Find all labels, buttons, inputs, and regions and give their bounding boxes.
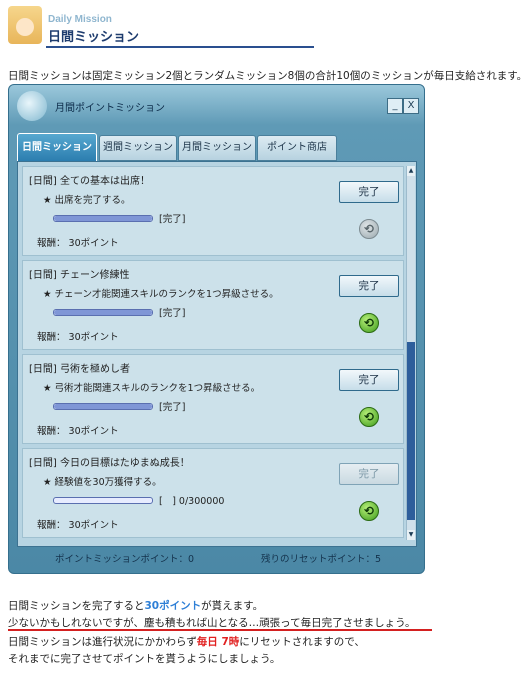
mission-list: [日間] 全ての基本は出席！ ★ 出席を完了する。 [完了] 報酬： 30ポイン…: [17, 161, 417, 547]
complete-button[interactable]: 完了: [339, 181, 399, 203]
note-line-4: それまでに完了させてポイントを貰うようにしましょう。: [8, 653, 281, 665]
mission-reward: 報酬： 30ポイント: [37, 520, 119, 531]
mission-card: [日間] 今日の目標はたゆまぬ成長！ ★ 経験値を30万獲得する。 [ ] 0/…: [22, 448, 404, 538]
mission-tabs: 日間ミッション 週間ミッション 月間ミッション ポイント商店: [17, 133, 415, 163]
complete-button[interactable]: 完了: [339, 275, 399, 297]
character-avatar: [8, 6, 42, 44]
scroll-up-icon[interactable]: ▲: [407, 166, 415, 176]
mission-title: [日間] チェーン修練性: [29, 270, 130, 281]
header-subtitle: Daily Mission: [48, 14, 112, 25]
mission-title: [日間] 全ての基本は出席！: [29, 176, 150, 187]
minimize-button[interactable]: _: [387, 98, 403, 114]
tab-weekly-missions[interactable]: 週間ミッション: [99, 135, 177, 161]
complete-button[interactable]: 完了: [339, 463, 399, 485]
scroll-down-icon[interactable]: ▼: [407, 530, 415, 540]
mission-progress-label: [完了]: [159, 402, 186, 413]
mission-description: ★ 経験値を30万獲得する。: [43, 477, 162, 488]
mission-description: ★ 出席を完了する。: [43, 195, 131, 206]
mission-window: 月間ポイントミッション _ X 日間ミッション 週間ミッション 月間ミッション …: [8, 84, 425, 574]
note-text: にリセットされますので、: [239, 636, 365, 648]
refresh-icon[interactable]: ⟲: [359, 407, 379, 427]
close-button[interactable]: X: [403, 98, 419, 114]
mission-description: ★ チェーン才能関連スキルのランクを1つ昇級させる。: [43, 289, 279, 300]
note-highlight-time: 毎日 7時: [196, 636, 240, 648]
tab-daily-missions[interactable]: 日間ミッション: [17, 133, 97, 163]
mission-card: [日間] チェーン修練性 ★ チェーン才能関連スキルのランクを1つ昇級させる。 …: [22, 260, 404, 350]
scrollbar-thumb[interactable]: [407, 342, 415, 520]
mission-reward: 報酬： 30ポイント: [37, 332, 119, 343]
note-line-1: 日間ミッションを完了すると30ポイントが貰えます。: [8, 598, 263, 613]
mission-reward: 報酬： 30ポイント: [37, 238, 119, 249]
reset-points: 残りのリセットポイント：5: [261, 554, 382, 565]
mission-progress-bar: [53, 403, 153, 410]
mission-progress-label: [ ] 0/300000: [159, 496, 225, 507]
mission-card: [日間] 弓術を極めし者 ★ 弓術才能関連スキルのランクを1つ昇級させる。 [完…: [22, 354, 404, 444]
red-underline: [8, 629, 432, 631]
intro-text: 日間ミッションは固定ミッション2個とランダムミッション8個の合計10個のミッショ…: [8, 70, 528, 82]
note-line-3: 日間ミッションは進行状況にかかわらず毎日 7時にリセットされますので、: [8, 634, 365, 649]
tab-monthly-missions[interactable]: 月間ミッション: [178, 135, 256, 161]
note-text: 日間ミッションを完了すると: [8, 600, 145, 612]
clover-icon: [17, 91, 47, 121]
refresh-icon[interactable]: ⟲: [359, 219, 379, 239]
page-header: Daily Mission 日間ミッション: [6, 4, 314, 48]
tab-point-shop[interactable]: ポイント商店: [257, 135, 337, 161]
mission-description: ★ 弓術才能関連スキルのランクを1つ昇級させる。: [43, 383, 261, 394]
mission-progress-label: [完了]: [159, 308, 186, 319]
refresh-icon[interactable]: ⟲: [359, 313, 379, 333]
mission-progress-bar: [53, 215, 153, 222]
mission-progress-bar: [53, 309, 153, 316]
mission-progress-bar: [53, 497, 153, 504]
note-text: 日間ミッションは進行状況にかかわらず: [8, 636, 197, 648]
complete-button[interactable]: 完了: [339, 369, 399, 391]
header-underline: [46, 46, 314, 48]
window-title: 月間ポイントミッション: [55, 103, 165, 114]
mission-card: [日間] 全ての基本は出席！ ★ 出席を完了する。 [完了] 報酬： 30ポイン…: [22, 166, 404, 256]
note-highlight-points: 30ポイント: [144, 600, 202, 612]
page-title: 日間ミッション: [48, 30, 140, 45]
note-text: が貰えます。: [201, 600, 264, 612]
mission-progress-label: [完了]: [159, 214, 186, 225]
mission-title: [日間] 弓術を極めし者: [29, 364, 130, 375]
mission-reward: 報酬： 30ポイント: [37, 426, 119, 437]
refresh-icon[interactable]: ⟲: [359, 501, 379, 521]
scrollbar[interactable]: ▲ ▼: [406, 166, 415, 540]
mission-title: [日間] 今日の目標はたゆまぬ成長！: [29, 458, 190, 469]
mission-points: ポイントミッションポイント：0: [55, 554, 195, 565]
note-line-2: 少ないかもしれないですが、塵も積もれば山となる…頑張って毎日完了させましょう。: [8, 617, 416, 629]
